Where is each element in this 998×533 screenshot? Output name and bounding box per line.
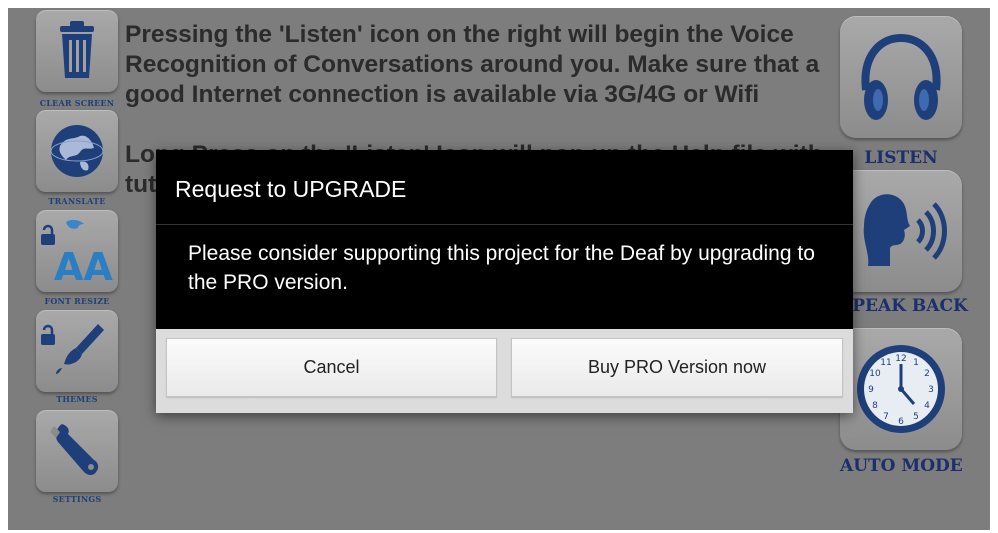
clear-screen-label: CLEAR SCREEN — [39, 98, 115, 108]
svg-text:3: 3 — [928, 385, 934, 395]
svg-text:1: 1 — [913, 358, 919, 368]
svg-text:2: 2 — [924, 369, 930, 379]
listen-button[interactable]: LISTEN — [840, 16, 962, 168]
speak-back-label: SPEAK BACK — [840, 296, 968, 316]
dialog-title: Request to UPGRADE — [175, 176, 407, 202]
paintbrush-icon — [41, 324, 104, 374]
auto-mode-button[interactable]: 12 1 2 345 678 9 10 11 AUTO MODE — [840, 328, 963, 478]
globe-icon — [50, 125, 104, 177]
trash-icon — [60, 21, 94, 78]
headphones-icon — [861, 33, 941, 120]
wrench-icon — [50, 424, 99, 475]
svg-text:10: 10 — [869, 369, 881, 379]
svg-text:5: 5 — [913, 412, 919, 422]
cancel-button[interactable]: Cancel — [166, 338, 497, 397]
font-resize-icon: AA — [41, 219, 113, 289]
svg-text:6: 6 — [898, 417, 904, 427]
settings-button[interactable]: SETTINGS — [36, 410, 118, 510]
svg-text:4: 4 — [924, 401, 930, 411]
svg-text:AA: AA — [54, 245, 113, 289]
buy-pro-button[interactable]: Buy PRO Version now — [511, 338, 843, 397]
listen-label: LISTEN — [864, 148, 938, 168]
themes-button[interactable]: THEMES — [36, 310, 118, 410]
dialog-button-bar: Cancel Buy PRO Version now — [156, 329, 853, 413]
dialog-message: Please consider supporting this project … — [188, 242, 815, 294]
themes-label: THEMES — [56, 394, 98, 404]
settings-label: SETTINGS — [52, 494, 102, 504]
svg-text:8: 8 — [872, 401, 878, 411]
font-resize-label: FONT RESIZE — [44, 296, 110, 306]
svg-text:7: 7 — [883, 412, 889, 422]
app-screen: CLEAR SCREEN TRANSLATE AA FONT RESIZE TH… — [8, 8, 990, 530]
svg-text:9: 9 — [868, 385, 874, 395]
font-resize-button[interactable]: AA FONT RESIZE — [36, 210, 118, 310]
translate-label: TRANSLATE — [48, 196, 106, 206]
upgrade-dialog: Request to UPGRADE Please consider suppo… — [156, 150, 853, 413]
translate-button[interactable]: TRANSLATE — [36, 110, 118, 210]
clear-screen-button[interactable]: CLEAR SCREEN — [36, 10, 118, 110]
instructions-paragraph-1: Pressing the 'Listen' icon on the right … — [125, 21, 820, 108]
svg-text:11: 11 — [880, 358, 891, 368]
clock-icon: 12 12 345 678 91011 — [857, 345, 945, 433]
speak-back-button[interactable]: SPEAK BACK — [840, 170, 968, 320]
svg-text:12: 12 — [895, 354, 906, 364]
auto-mode-label: AUTO MODE — [840, 456, 963, 476]
speaking-head-icon — [863, 194, 947, 266]
dialog-divider — [156, 224, 853, 225]
